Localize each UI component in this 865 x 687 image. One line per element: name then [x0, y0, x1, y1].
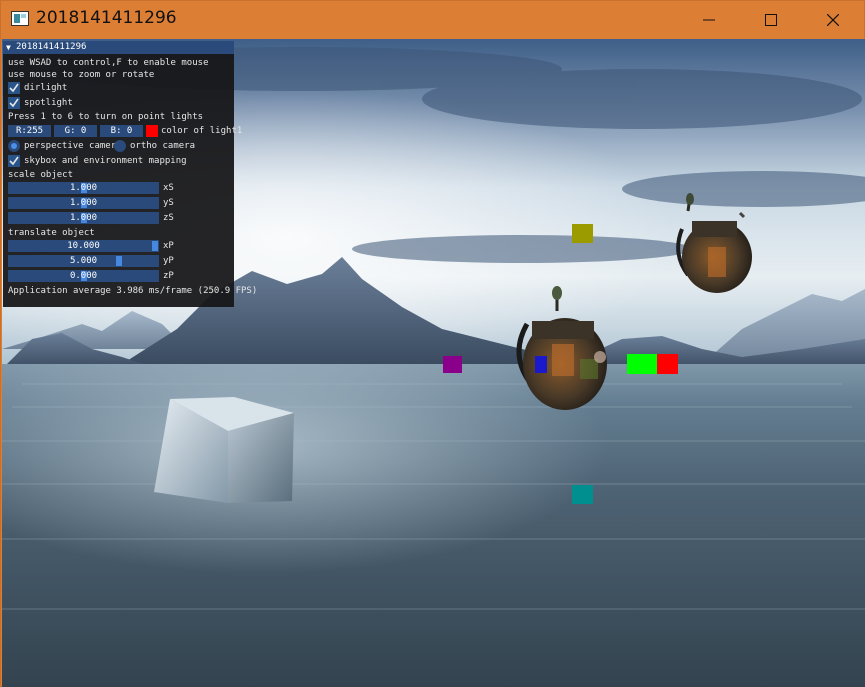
reflective-cube	[154, 397, 294, 503]
point-light-purple	[443, 356, 462, 373]
translate-x-label: xP	[163, 241, 174, 251]
maximize-button[interactable]	[740, 1, 802, 39]
close-button[interactable]	[802, 1, 864, 39]
scale-x-value: 1.000	[69, 183, 98, 193]
ortho-camera-radio[interactable]	[114, 140, 126, 152]
scale-z-slider[interactable]: 1.000	[8, 212, 159, 224]
translate-x-value: 10.000	[67, 241, 100, 251]
translate-y-slider[interactable]: 5.000	[8, 255, 159, 267]
skybox-label: skybox and environment mapping	[24, 156, 187, 166]
maximize-icon	[765, 14, 777, 26]
checkmark-icon	[9, 83, 19, 93]
scale-heading: scale object	[8, 170, 74, 180]
point-light-green	[627, 354, 657, 374]
checkmark-icon	[9, 156, 19, 166]
imgui-control-panel[interactable]: ▼ 2018141411296 use WSAD to control,F to…	[3, 41, 257, 307]
checkmark-icon	[9, 98, 19, 108]
translate-z-slider[interactable]: 0.000	[8, 270, 159, 282]
panel-title: 2018141411296	[16, 42, 87, 52]
minimize-button[interactable]	[678, 1, 740, 39]
help-text-controls: use WSAD to control,F to enable mouse	[8, 58, 209, 68]
spotlight-checkbox[interactable]	[8, 97, 20, 109]
app-icon	[11, 11, 29, 26]
color-g-field[interactable]: G: 0	[54, 125, 97, 137]
point-lights-hint: Press 1 to 6 to turn on point lights	[8, 112, 204, 122]
point-light-teal	[572, 485, 593, 504]
scale-z-value: 1.000	[69, 213, 98, 223]
point-light-red	[657, 354, 678, 374]
translate-z-label: zP	[163, 271, 174, 281]
lake-reflection	[2, 364, 865, 687]
scale-z-label: zS	[163, 213, 174, 223]
color-swatch[interactable]	[146, 125, 158, 137]
title-bar[interactable]: 2018141411296	[1, 1, 864, 39]
scale-x-slider[interactable]: 1.000	[8, 182, 159, 194]
scale-x-label: xS	[163, 183, 174, 193]
help-text-mouse: use mouse to zoom or rotate	[8, 70, 155, 80]
application-window: 2018141411296 ▼ 2018141411296 use WSAD t…	[0, 0, 865, 687]
scale-y-value: 1.000	[69, 198, 98, 208]
perspective-camera-radio[interactable]	[8, 140, 20, 152]
point-light-yellow	[572, 224, 593, 243]
close-icon	[827, 14, 839, 26]
scale-y-label: yS	[163, 198, 174, 208]
skybox-checkbox[interactable]	[8, 155, 20, 167]
translate-x-slider[interactable]: 10.000	[8, 240, 159, 252]
scale-y-slider[interactable]: 1.000	[8, 197, 159, 209]
perspective-camera-label: perspective camera	[24, 141, 122, 151]
spotlight-label: spotlight	[24, 98, 73, 108]
dirlight-label: dirlight	[24, 83, 68, 93]
panel-title-bar[interactable]: ▼ 2018141411296	[3, 41, 234, 54]
color-label: color of light1	[161, 126, 243, 136]
collapse-arrow-icon[interactable]: ▼	[6, 42, 11, 53]
window-title: 2018141411296	[36, 8, 177, 28]
fps-stats: Application average 3.986 ms/frame (250.…	[8, 286, 258, 296]
translate-y-value: 5.000	[69, 256, 98, 266]
translate-y-label: yP	[163, 256, 174, 266]
color-r-field[interactable]: R:255	[8, 125, 51, 137]
minimize-icon	[703, 19, 715, 21]
point-light-blue	[535, 356, 547, 373]
translate-heading: translate object	[8, 228, 95, 238]
translate-z-value: 0.000	[69, 271, 98, 281]
dirlight-checkbox[interactable]	[8, 82, 20, 94]
ortho-camera-label: ortho camera	[130, 141, 196, 151]
color-b-field[interactable]: B: 0	[100, 125, 143, 137]
